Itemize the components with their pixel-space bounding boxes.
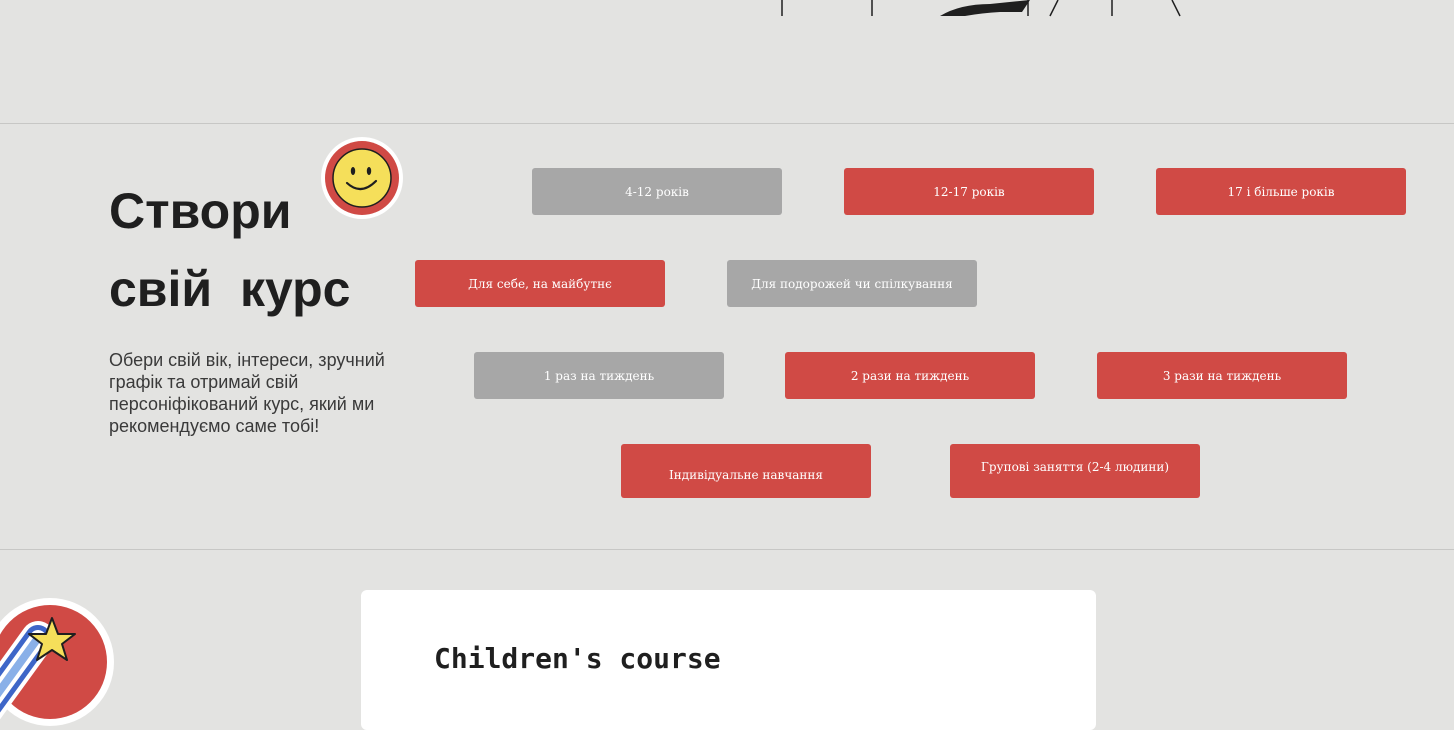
goal-option-travel[interactable]: Для подорожей чи спілкування [727, 260, 977, 307]
age-option-4-12[interactable]: 4-12 років [532, 168, 782, 215]
section-title-line-2: свій курс [109, 261, 351, 317]
smiley-face-icon [321, 137, 403, 219]
shooting-star-icon [0, 598, 114, 726]
desk-illustration [781, 0, 1181, 17]
section-divider [0, 123, 1454, 124]
frequency-option-2[interactable]: 2 рази на тиждень [785, 352, 1035, 399]
format-option-individual[interactable]: Індивідуальне навчання [621, 444, 871, 498]
frequency-option-1[interactable]: 1 раз на тиждень [474, 352, 724, 399]
age-option-12-17[interactable]: 12-17 років [844, 168, 1094, 215]
course-card-title: Children's course [434, 642, 721, 675]
frequency-option-3[interactable]: 3 рази на тиждень [1097, 352, 1347, 399]
section-title-line-1: Створи [109, 183, 292, 239]
section-divider [0, 549, 1454, 550]
goal-option-future[interactable]: Для себе, на майбутнє [415, 260, 665, 307]
age-option-17-plus[interactable]: 17 і більше років [1156, 168, 1406, 215]
course-card[interactable]: Children's course [361, 590, 1096, 730]
section-description: Обери свій вік, інтереси, зручний графік… [109, 350, 385, 436]
format-option-group[interactable]: Групові заняття (2-4 людини) [950, 444, 1200, 498]
